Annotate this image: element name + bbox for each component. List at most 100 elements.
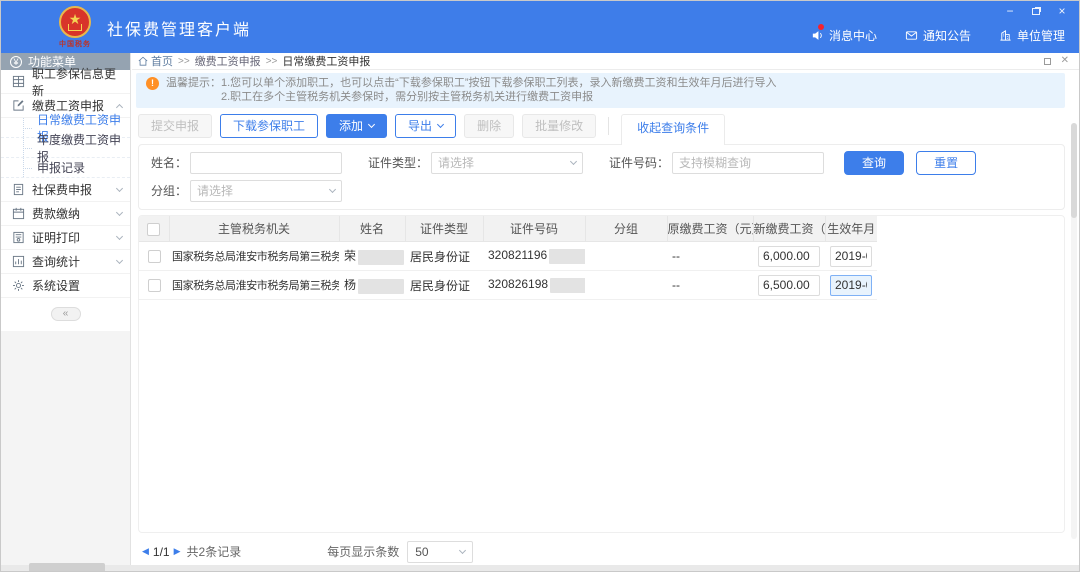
per-page-label: 每页显示条数 bbox=[327, 545, 400, 560]
effective-month-input[interactable] bbox=[830, 245, 872, 267]
sidebar-item-social-insurance-declare[interactable]: 社保费申报 bbox=[1, 178, 130, 202]
chevron-down-icon bbox=[569, 158, 578, 166]
select-all-checkbox[interactable] bbox=[147, 222, 161, 236]
tab-restore-icon[interactable] bbox=[1043, 57, 1051, 65]
next-page-icon[interactable]: ▶ bbox=[172, 546, 183, 557]
group-select[interactable]: 请选择 bbox=[190, 179, 343, 202]
cell-name: 杨 bbox=[339, 270, 405, 301]
name-label: 姓名： bbox=[151, 156, 188, 171]
building-icon bbox=[1000, 30, 1011, 41]
gear-icon bbox=[13, 280, 24, 291]
effective-month-input[interactable] bbox=[830, 274, 872, 296]
unit-management-item[interactable]: 单位管理 bbox=[999, 27, 1065, 44]
col-header-group: 分组 bbox=[585, 215, 668, 243]
delete-button[interactable]: 删除 bbox=[464, 113, 515, 138]
sidebar: ¥ 功能菜单 职工参保信息更新 缴费工资申报 日常缴费工资申报 年度缴费工资申报… bbox=[1, 53, 131, 565]
breadcrumb-separator: >> bbox=[178, 55, 190, 67]
app-title: 社保费管理客户端 bbox=[107, 22, 252, 39]
cell-cert-no: 320826198 bbox=[483, 270, 585, 301]
query-panel: 姓名： 证件类型： 请选择 证件号码： 查询 重置 分组： 请选择 bbox=[138, 143, 1065, 210]
home-icon bbox=[138, 56, 148, 66]
add-button[interactable]: 添加 bbox=[326, 113, 388, 138]
sidebar-item-employee-info-update[interactable]: 职工参保信息更新 bbox=[1, 67, 130, 98]
cell-tax-authority: 国家税务总局淮安市税务局第三税务分局 bbox=[169, 241, 339, 272]
document-icon bbox=[13, 183, 24, 196]
app-logo: ★ 中国税务 bbox=[53, 6, 97, 49]
message-center-item[interactable]: 消息中心 bbox=[811, 24, 877, 44]
sidebar-item-certificate-print[interactable]: 证明打印 bbox=[1, 226, 130, 250]
breadcrumb-item[interactable]: 缴费工资申报 bbox=[195, 53, 261, 69]
per-page-select[interactable]: 50 bbox=[407, 540, 474, 563]
close-icon[interactable]: × bbox=[1055, 5, 1069, 18]
sidebar-collapse-button[interactable]: « bbox=[50, 307, 81, 321]
reset-button[interactable]: 重置 bbox=[916, 150, 977, 175]
sidebar-item-query-statistics[interactable]: 查询统计 bbox=[1, 250, 130, 274]
envelope-icon bbox=[905, 31, 918, 40]
cell-tax-authority: 国家税务总局淮安市税务局第三税务分局 bbox=[169, 270, 339, 301]
download-insured-button[interactable]: 下载参保职工 bbox=[220, 113, 319, 138]
export-button[interactable]: 导出 bbox=[395, 113, 457, 138]
cell-new-salary bbox=[753, 270, 825, 301]
redacted-text bbox=[358, 249, 405, 265]
name-input[interactable] bbox=[190, 151, 343, 174]
tip-line2: 2.职工在多个主管税务机关参保时，需分别按主管税务机关进行缴费工资申报 bbox=[221, 91, 594, 104]
collapse-query-button[interactable]: 收起查询条件 bbox=[621, 113, 726, 145]
sidebar-subitem-declare-records[interactable]: 申报记录 bbox=[1, 158, 130, 178]
cell-cert-type: 居民身份证 bbox=[405, 241, 483, 272]
warning-icon: ! bbox=[146, 77, 159, 90]
cell-cert-no: 320821196 bbox=[483, 241, 585, 272]
chevron-down-icon bbox=[115, 208, 124, 217]
cert-type-select[interactable]: 请选择 bbox=[431, 151, 584, 174]
tip-line1: 温馨提示：1.您可以单个添加职工，也可以点击“下载参保职工”按钮下载参保职工列表… bbox=[166, 77, 777, 89]
col-header-old-salary: 原缴费工资（元） bbox=[667, 215, 754, 243]
topbar-menu: 消息中心 通知公告 单位管理 bbox=[811, 24, 1065, 44]
new-salary-input[interactable] bbox=[758, 245, 820, 267]
table-row: 国家税务总局淮安市税务局第三税务分局 杨 居民身份证 320826198 -- bbox=[139, 270, 877, 301]
logo-caption: 中国税务 bbox=[59, 41, 91, 48]
sidebar-item-fee-payment[interactable]: 费款缴纳 bbox=[1, 202, 130, 226]
pagination: ◀ 1/1 ▶ 共2条记录 每页显示条数 50 bbox=[140, 540, 1079, 563]
col-header-cert-no: 证件号码 bbox=[483, 215, 586, 243]
notice-item[interactable]: 通知公告 bbox=[905, 27, 971, 44]
cell-old-salary: -- bbox=[667, 241, 753, 272]
chevron-down-icon bbox=[437, 120, 445, 128]
search-button[interactable]: 查询 bbox=[844, 150, 905, 175]
taskbar-peek bbox=[29, 563, 105, 571]
app-window: ★ 中国税务 社保费管理客户端 − × 消息中心 通知公告 单位管理 ¥ 功能菜… bbox=[0, 0, 1080, 572]
new-salary-input[interactable] bbox=[758, 274, 820, 296]
tab-close-icon[interactable]: ✕ bbox=[1061, 56, 1069, 66]
cell-group bbox=[585, 270, 667, 301]
row-checkbox[interactable] bbox=[147, 250, 161, 264]
cert-no-input[interactable] bbox=[672, 151, 825, 174]
redacted-text bbox=[549, 248, 585, 264]
yen-coin-icon: ¥ bbox=[10, 55, 22, 68]
calendar-icon bbox=[12, 207, 25, 220]
topbar: ★ 中国税务 社保费管理客户端 − × 消息中心 通知公告 单位管理 bbox=[1, 1, 1079, 53]
minimize-icon[interactable]: − bbox=[1003, 5, 1017, 18]
submit-declare-button[interactable]: 提交申报 bbox=[138, 113, 213, 138]
prev-page-icon[interactable]: ◀ bbox=[140, 546, 151, 557]
batch-edit-button[interactable]: 批量修改 bbox=[522, 113, 597, 138]
cell-cert-type: 居民身份证 bbox=[405, 270, 483, 301]
salary-table: 主管税务机关 姓名 证件类型 证件号码 分组 原缴费工资（元） 新缴费工资（元）… bbox=[139, 215, 877, 301]
vertical-scrollbar[interactable] bbox=[1071, 123, 1077, 539]
col-header-new-salary: 新缴费工资（元） bbox=[753, 215, 826, 243]
row-checkbox[interactable] bbox=[147, 279, 161, 293]
cell-old-salary: -- bbox=[667, 270, 753, 301]
cert-no-label: 证件号码： bbox=[609, 156, 670, 171]
chevron-up-icon bbox=[115, 103, 124, 111]
breadcrumb-home[interactable]: 首页 bbox=[138, 53, 173, 69]
cell-name: 荣 bbox=[339, 241, 405, 272]
breadcrumb-bar: 首页 >> 缴费工资申报 >> 日常缴费工资申报 ✕ bbox=[132, 53, 1079, 70]
table-header-row: 主管税务机关 姓名 证件类型 证件号码 分组 原缴费工资（元） 新缴费工资（元）… bbox=[139, 215, 877, 243]
sidebar-item-system-settings[interactable]: 系统设置 bbox=[1, 274, 130, 298]
table-row: 国家税务总局淮安市税务局第三税务分局 荣 居民身份证 320821196 -- bbox=[139, 241, 877, 272]
redacted-text bbox=[550, 277, 585, 293]
chevron-down-icon bbox=[115, 184, 124, 193]
sidebar-subitem-annual-salary-declare[interactable]: 年度缴费工资申报 bbox=[1, 133, 130, 164]
col-header-name: 姓名 bbox=[339, 215, 406, 243]
tip-banner: ! 温馨提示：1.您可以单个添加职工，也可以点击“下载参保职工”按钮下载参保职工… bbox=[136, 73, 1065, 108]
restore-icon[interactable] bbox=[1029, 5, 1043, 18]
scrollbar-thumb[interactable] bbox=[1071, 123, 1077, 218]
cert-type-label: 证件类型： bbox=[368, 156, 429, 171]
